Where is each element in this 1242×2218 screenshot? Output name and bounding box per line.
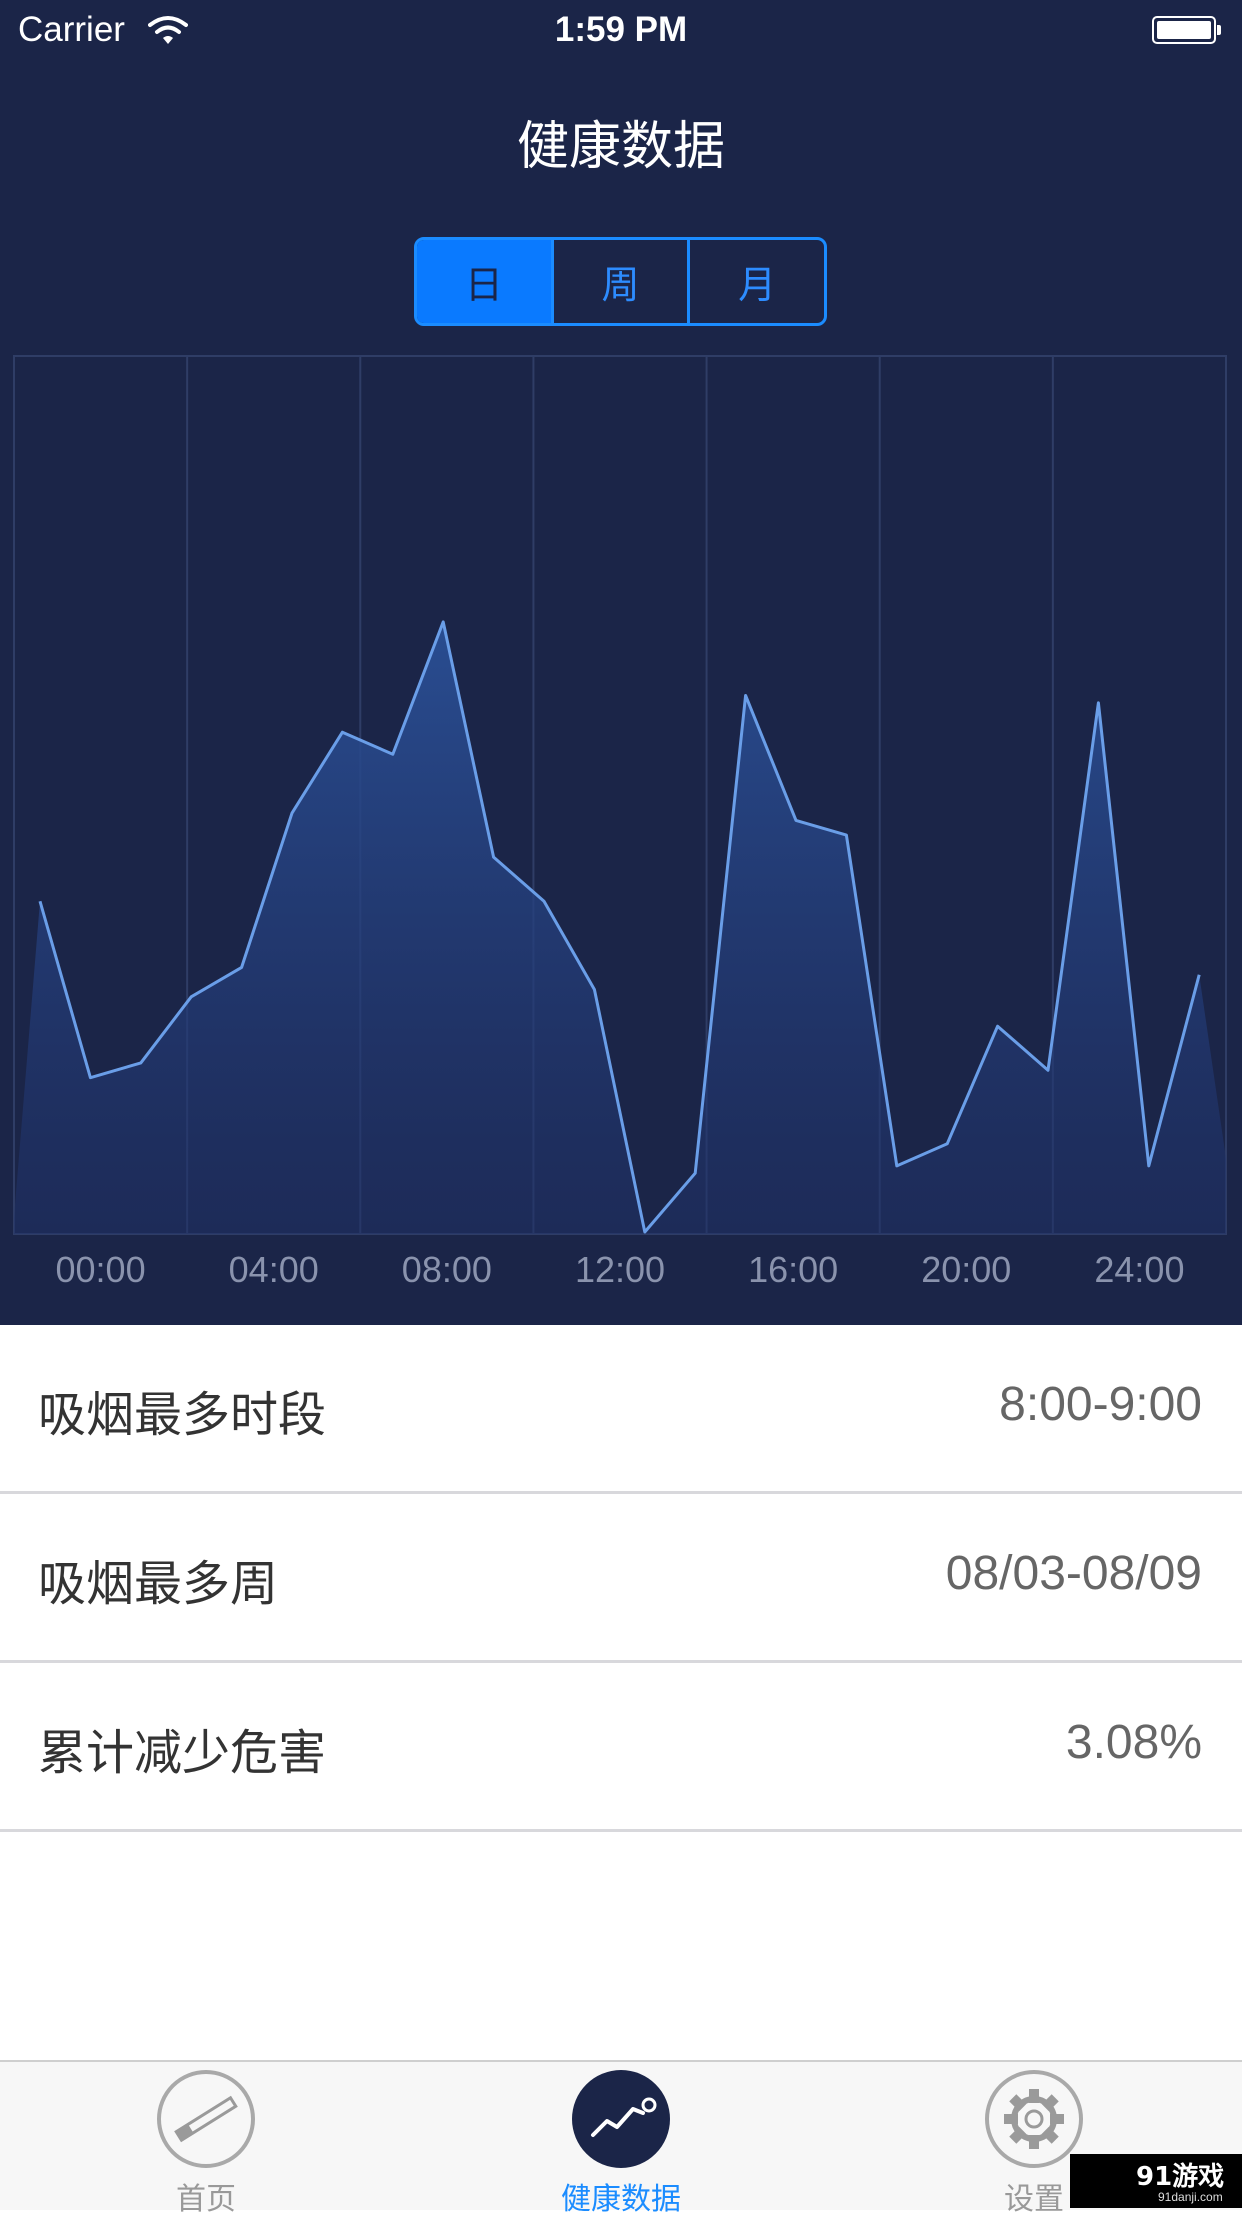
stat-row-harm-reduction: 累计减少危害 3.08%: [0, 1663, 1242, 1832]
stat-value: 3.08%: [1066, 1715, 1202, 1770]
segment-day[interactable]: 日: [417, 240, 554, 323]
clock: 1:59 PM: [0, 10, 1242, 50]
x-tick-label: 04:00: [229, 1249, 319, 1290]
period-segmented-control: 日 周 月: [414, 237, 827, 326]
gear-icon: [984, 2069, 1084, 2169]
stat-row-peak-time: 吸烟最多时段 8:00-9:00: [0, 1325, 1242, 1494]
tab-label: 首页: [116, 2174, 296, 2218]
smoking-area-chart: 00:00 04:00 08:00 12:00 16:00 20:00 24:00: [0, 352, 1242, 1312]
tab-home[interactable]: 首页: [116, 2062, 296, 2210]
x-tick-label: 16:00: [748, 1249, 838, 1290]
page-title: 健康数据: [0, 104, 1242, 179]
stat-label: 吸烟最多时段: [38, 1375, 326, 1445]
stat-row-peak-week: 吸烟最多周 08/03-08/09: [0, 1494, 1242, 1663]
x-tick-label: 12:00: [575, 1249, 665, 1290]
tab-label: 健康数据: [531, 2174, 711, 2218]
x-tick-label: 20:00: [921, 1249, 1011, 1290]
x-tick-label: 24:00: [1094, 1249, 1184, 1290]
stat-label: 累计减少危害: [38, 1713, 326, 1783]
chart-trend-icon: [571, 2069, 671, 2169]
stat-value: 8:00-9:00: [999, 1377, 1202, 1432]
tab-health-data[interactable]: 健康数据: [531, 2062, 711, 2210]
watermark-logo: 91游戏 91danji.com: [1070, 2154, 1242, 2208]
cigarette-icon: [156, 2069, 256, 2169]
segment-month[interactable]: 月: [690, 240, 824, 323]
stats-list: 吸烟最多时段 8:00-9:00 吸烟最多周 08/03-08/09 累计减少危…: [0, 1325, 1242, 1832]
header-area: Carrier 1:59 PM 健康数据 日 周 月 00:00 04:00 08:…: [0, 0, 1242, 1325]
x-tick-label: 00:00: [56, 1249, 146, 1290]
battery-icon: [1152, 16, 1216, 44]
status-bar: Carrier 1:59 PM: [0, 0, 1242, 62]
watermark-sub: 91danji.com: [1158, 2190, 1223, 2204]
x-tick-label: 08:00: [402, 1249, 492, 1290]
chart-area: [14, 622, 1226, 1234]
stat-value: 08/03-08/09: [946, 1546, 1202, 1601]
watermark-text: 91游戏: [1136, 2156, 1224, 2193]
stat-label: 吸烟最多周: [38, 1544, 278, 1614]
tab-bar: 首页 健康数据 设置: [0, 2060, 1242, 2210]
segment-week[interactable]: 周: [554, 240, 691, 323]
